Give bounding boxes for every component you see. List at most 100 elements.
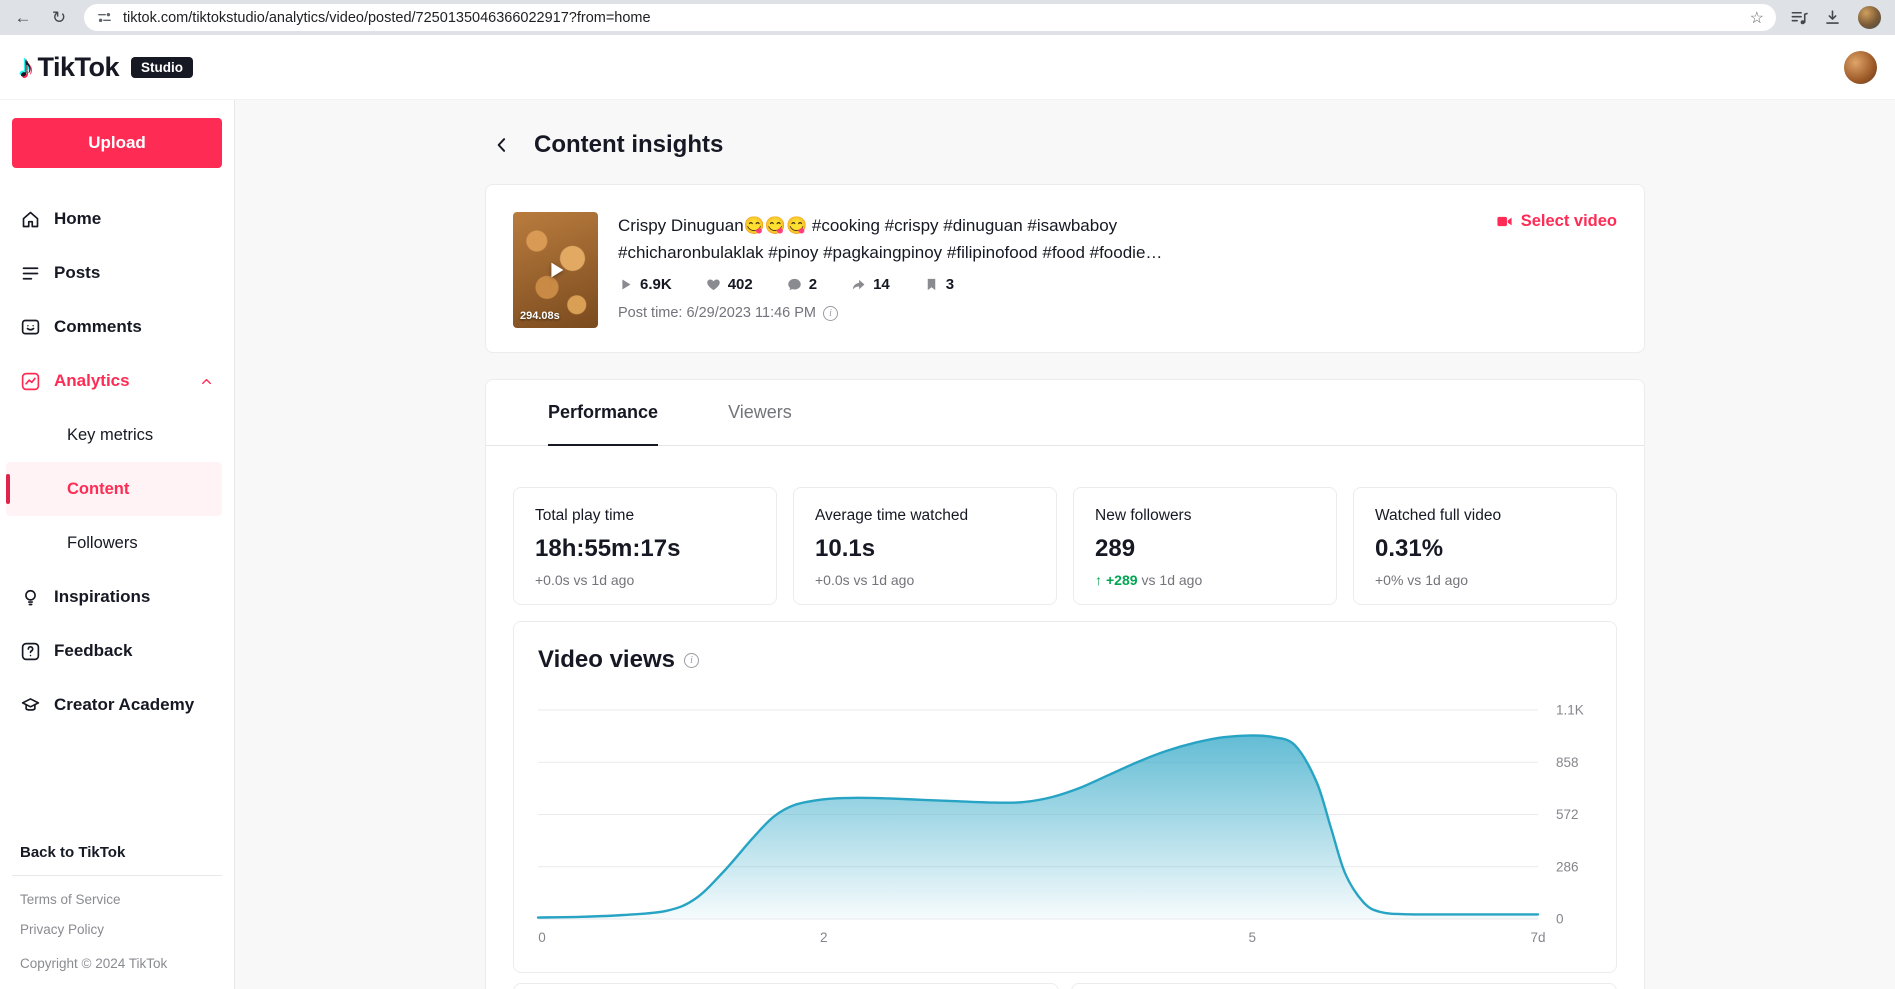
- upload-button[interactable]: Upload: [12, 118, 222, 168]
- stat-play: 6.9K: [618, 276, 672, 293]
- metric-delta: +0.0s vs 1d ago: [815, 572, 1035, 588]
- home-icon: [22, 211, 39, 227]
- select-video-button[interactable]: Select video: [1496, 212, 1617, 231]
- downloads-icon[interactable]: [1823, 8, 1842, 27]
- sidebar-label: Creator Academy: [54, 695, 195, 714]
- sidebar-label: Posts: [54, 263, 101, 282]
- partial-card: [513, 983, 1059, 989]
- sidebar-item-inspirations[interactable]: Inspirations: [12, 570, 222, 624]
- svg-text:0: 0: [538, 930, 546, 945]
- sidebar-subitem-followers[interactable]: Followers: [12, 516, 222, 570]
- divider: [12, 875, 222, 876]
- back-to-tiktok-link[interactable]: Back to TikTok: [12, 838, 222, 875]
- address-bar[interactable]: tiktok.com/tiktokstudio/analytics/video/…: [84, 4, 1776, 31]
- sidebar-item-home[interactable]: Home: [12, 192, 222, 246]
- tab-viewers[interactable]: Viewers: [728, 380, 792, 446]
- analytics-panel: Performance Viewers Total play time 18h:55…: [485, 379, 1645, 989]
- back-button[interactable]: [492, 135, 512, 155]
- chevron-left-icon: [497, 138, 506, 152]
- copyright-text: Copyright © 2024 TikTok: [20, 956, 168, 971]
- metric-label: Average time watched: [815, 507, 969, 524]
- select-video-label: Select video: [1520, 212, 1617, 230]
- play-icon: [618, 277, 633, 292]
- sidebar-label: Analytics: [54, 371, 130, 390]
- heart-icon: [706, 277, 721, 292]
- svg-text:7d: 7d: [1530, 930, 1545, 945]
- studio-badge: Studio: [131, 56, 194, 78]
- lightbulb-icon: [25, 589, 36, 605]
- sidebar-item-feedback[interactable]: Feedback: [12, 624, 222, 678]
- svg-text:858: 858: [1556, 755, 1579, 770]
- svg-text:2: 2: [820, 930, 828, 945]
- video-thumbnail[interactable]: 294.08s: [513, 212, 598, 328]
- next-cards-row: [513, 983, 1617, 989]
- feedback-icon: [21, 642, 40, 660]
- metric-card-average-time-watched: Average time watched 10.1s +0.0s vs 1d ago: [793, 487, 1057, 605]
- tab-performance[interactable]: Performance: [548, 380, 659, 446]
- metric-delta-text: +0% vs 1d ago: [1375, 572, 1469, 588]
- metric-card-total-play-time: Total play time 18h:55m:17s +0.0s vs 1d ag…: [513, 487, 777, 605]
- browser-back-icon[interactable]: ←: [12, 9, 34, 26]
- media-controls-icon[interactable]: [1790, 8, 1809, 27]
- play-overlay-icon: [550, 262, 563, 278]
- trend-up-icon: ↑: [1095, 572, 1102, 588]
- sidebar-item-analytics[interactable]: Analytics: [12, 354, 222, 408]
- svg-text:286: 286: [1556, 859, 1579, 874]
- svg-text:572: 572: [1556, 807, 1579, 822]
- metric-label: New followers: [1095, 507, 1192, 524]
- terms-of-service-link[interactable]: Terms of Service: [12, 892, 222, 907]
- metric-delta: ↑ +289 vs 1d ago: [1095, 572, 1315, 588]
- browser-profile-avatar[interactable]: [1856, 4, 1883, 31]
- svg-text:0: 0: [1556, 912, 1564, 927]
- video-summary-card: 294.08s Crispy Dinuguan😋😋😋 #cooking #cri…: [485, 184, 1645, 353]
- svg-text:1.1K: 1.1K: [1556, 703, 1584, 718]
- site-info-icon[interactable]: [96, 9, 113, 26]
- metric-delta-text: +0.0s vs 1d ago: [815, 572, 915, 588]
- info-icon[interactable]: i: [823, 305, 839, 321]
- metric-delta-text: vs 1d ago: [1141, 572, 1203, 588]
- browser-chrome: ← ↻ tiktok.com/tiktokstudio/analytics/vi…: [0, 0, 1895, 35]
- metric-card-new-followers: New followers 289 ↑ +289 vs 1d ago: [1073, 487, 1337, 605]
- comment-icon: [787, 277, 802, 292]
- video-stats-row: 6.9K 402 2 14 3: [618, 276, 1617, 293]
- privacy-policy-link[interactable]: Privacy Policy: [12, 922, 222, 937]
- partial-card: [1071, 983, 1617, 989]
- sidebar-subitem-key-metrics[interactable]: Key metrics: [12, 408, 222, 462]
- svg-text:5: 5: [1249, 930, 1257, 945]
- metrics-row: Total play time 18h:55m:17s +0.0s vs 1d ag…: [486, 446, 1644, 605]
- bookmark-icon: [924, 277, 939, 292]
- sidebar-item-comments[interactable]: Comments: [12, 300, 222, 354]
- main-content: Content insights 294.08s Crispy Dinuguan…: [235, 100, 1895, 989]
- graduation-cap-icon: [21, 697, 40, 711]
- url-text: tiktok.com/tiktokstudio/analytics/video/…: [123, 9, 651, 26]
- analytics-icon: [21, 372, 40, 390]
- video-views-chart: 0 286 572 858 1.1K 0 2 5 7d: [536, 703, 1584, 945]
- tiktok-note-icon: ♪: [18, 49, 34, 84]
- analytics-submenu: Key metrics Content Followers: [6, 408, 222, 570]
- chart-info-icon[interactable]: i: [683, 652, 699, 668]
- sidebar-subitem-content[interactable]: Content: [6, 462, 222, 516]
- sidebar-item-creator-academy[interactable]: Creator Academy: [12, 678, 222, 732]
- app-header: ♪ TikTok Studio: [0, 35, 1895, 100]
- metric-delta: +0% vs 1d ago: [1375, 572, 1595, 588]
- metric-value: 289: [1095, 535, 1136, 562]
- stat-comment: 2: [787, 276, 817, 293]
- stat-bookmark: 3: [924, 276, 954, 293]
- browser-reload-icon[interactable]: ↻: [48, 9, 70, 26]
- metric-delta-value: +289: [1106, 572, 1138, 588]
- video-duration: 294.08s: [520, 310, 560, 322]
- sidebar-label: Comments: [54, 317, 142, 336]
- sidebar-item-posts[interactable]: Posts: [12, 246, 222, 300]
- metric-delta: +0.0s vs 1d ago: [535, 572, 755, 588]
- metric-delta-text: +0.0s vs 1d ago: [535, 572, 635, 588]
- video-title: Crispy Dinuguan😋😋😋 #cooking #crispy #din…: [618, 216, 1163, 262]
- stat-value: 14: [873, 276, 890, 293]
- account-avatar[interactable]: [1844, 50, 1877, 84]
- page-header: Content insights: [485, 128, 1645, 162]
- sidebar-label: Feedback: [54, 641, 133, 660]
- tabs: Performance Viewers: [486, 380, 1644, 446]
- stat-share: 14: [851, 276, 890, 293]
- tiktok-wordmark[interactable]: TikTok: [38, 52, 120, 83]
- bookmark-star-icon[interactable]: ☆: [1750, 8, 1764, 28]
- stat-heart: 402: [706, 276, 753, 293]
